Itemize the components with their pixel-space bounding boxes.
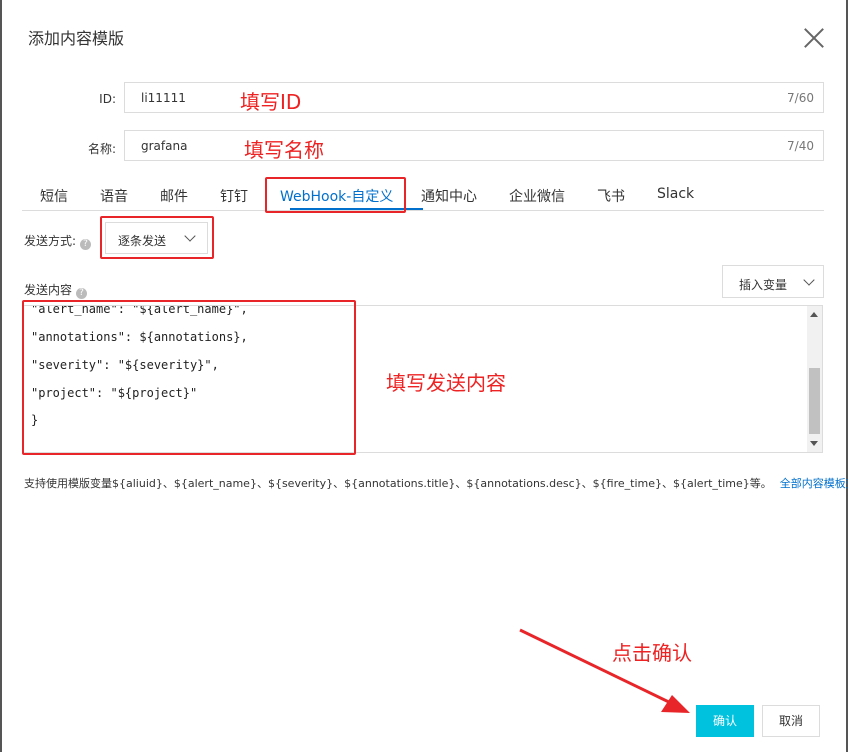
send-method-label-text: 发送方式: [24, 234, 77, 248]
annotation-click-confirm: 点击确认 [612, 641, 692, 665]
id-label: ID: [99, 92, 116, 106]
code-line: } [31, 413, 39, 427]
annotation-fill-id: 填写ID [240, 90, 302, 114]
chevron-down-icon [184, 230, 196, 242]
tab-slack[interactable]: Slack [657, 186, 694, 202]
close-icon[interactable] [803, 27, 825, 49]
send-method-label: 发送方式:? [24, 232, 92, 250]
dialog-title: 添加内容模版 [28, 29, 125, 48]
tab-webhook-custom[interactable]: WebHook-自定义 [280, 186, 393, 206]
active-tab-indicator [290, 208, 423, 210]
annotation-fill-content: 填写发送内容 [386, 371, 506, 395]
channel-tabs: 短信 语音 邮件 钉钉 WebHook-自定义 通知中心 企业微信 飞书 Sla… [22, 180, 824, 211]
variable-hint: 支持使用模版变量${aliuid}、${alert_name}、${severi… [24, 475, 848, 491]
name-label: 名称: [87, 142, 116, 156]
help-icon[interactable]: ? [76, 288, 88, 299]
cancel-button[interactable]: 取消 [762, 705, 820, 737]
window-frame-left [0, 0, 2, 752]
scroll-up-icon[interactable] [810, 312, 818, 317]
code-line: "severity": "${severity}", [31, 358, 219, 372]
name-char-counter: 7/40 [787, 139, 814, 153]
send-method-value: 逐条发送 [118, 234, 167, 248]
send-method-select[interactable]: 逐条发送 [105, 222, 208, 254]
tab-feishu[interactable]: 飞书 [597, 186, 625, 206]
tab-wecom[interactable]: 企业微信 [509, 186, 565, 206]
confirm-button[interactable]: 确认 [696, 705, 754, 737]
annotation-fill-name: 填写名称 [244, 138, 324, 162]
insert-variable-button[interactable]: 插入变量 [722, 265, 824, 298]
chevron-down-icon [803, 274, 815, 286]
send-content-label-text: 发送内容 [24, 283, 73, 297]
tab-voice[interactable]: 语音 [100, 186, 128, 206]
editor-scrollbar[interactable] [807, 306, 822, 452]
code-line: "project": "${project}" [31, 386, 198, 400]
tab-notification-center[interactable]: 通知中心 [421, 186, 477, 206]
scroll-down-icon[interactable] [810, 441, 818, 446]
id-input-value: li11111 [141, 91, 186, 105]
send-content-label: 发送内容? [24, 281, 88, 299]
scroll-thumb[interactable] [809, 368, 820, 434]
tab-sms[interactable]: 短信 [40, 186, 68, 206]
name-input-value: grafana [141, 139, 188, 153]
tab-dingtalk[interactable]: 钉钉 [220, 186, 248, 206]
code-line: "annotations": ${annotations}, [31, 330, 248, 344]
id-input[interactable]: li11111 7/60 [124, 82, 824, 113]
variable-hint-text: 支持使用模版变量${aliuid}、${alert_name}、${severi… [24, 477, 772, 490]
help-icon[interactable]: ? [80, 239, 92, 250]
code-line: "alert_name": "${alert_name}", [31, 305, 248, 316]
id-char-counter: 7/60 [787, 91, 814, 105]
all-variables-link[interactable]: 全部内容模板变量 [780, 477, 848, 490]
name-input[interactable]: grafana 7/40 [124, 130, 824, 161]
tab-email[interactable]: 邮件 [160, 186, 188, 206]
insert-variable-label: 插入变量 [739, 278, 788, 292]
